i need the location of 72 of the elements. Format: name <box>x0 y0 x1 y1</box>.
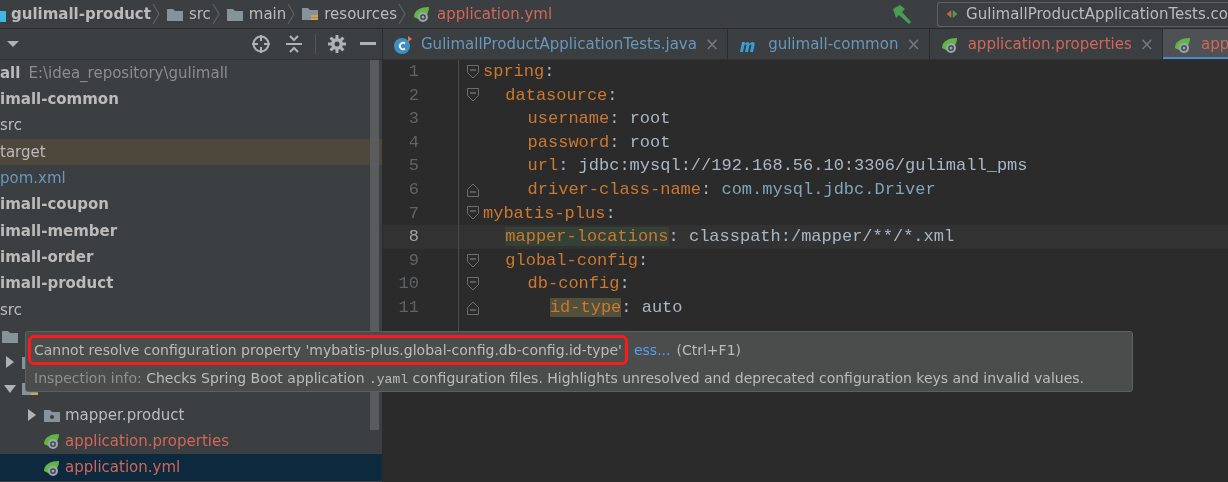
tree-item[interactable]: mapper.product <box>62 403 185 427</box>
code-line: password: root <box>527 131 671 154</box>
line-number: 11 <box>397 297 420 319</box>
code-line: mybatis-plus: <box>483 202 616 225</box>
shortcut-hint: (Ctrl+F1) <box>676 341 742 360</box>
breadcrumb-item[interactable]: resources <box>324 2 397 26</box>
fold-marker-icon <box>467 88 479 103</box>
project-path: E:\idea_repository\gulimall <box>28 62 228 84</box>
spring-file-icon <box>1173 35 1193 54</box>
tree-item[interactable]: target <box>0 140 46 164</box>
code-line: datasource: <box>505 84 618 107</box>
fold-marker-icon <box>467 64 479 79</box>
code-line: username: root <box>527 108 671 131</box>
run-configuration-dropdown[interactable]: GulimallProductApplicationTests.co <box>937 1 1228 27</box>
tree-item[interactable]: imall-order <box>0 245 94 269</box>
dropdown-caret-icon <box>6 40 20 48</box>
line-number: 2 <box>407 84 420 107</box>
code-line: url: jdbc:mysql://192.168.56.10:3306/gulimall_pms <box>527 155 1028 178</box>
line-number: 4 <box>407 131 420 154</box>
fold-marker-icon <box>467 253 479 268</box>
breadcrumb-item[interactable]: main <box>248 2 287 26</box>
line-number: 5 <box>407 155 420 178</box>
line-number: 8 <box>407 226 420 249</box>
breadcrumb-item[interactable]: application.yml <box>437 2 553 26</box>
breadcrumb-item[interactable]: src <box>188 2 211 26</box>
class-icon <box>393 34 413 55</box>
tree-item[interactable]: imall-coupon <box>0 193 109 216</box>
tree-item[interactable]: all <box>0 61 21 85</box>
fold-marker-icon <box>467 277 479 292</box>
line-number: 10 <box>397 273 420 296</box>
chevron-icon <box>150 3 161 25</box>
fold-marker-icon <box>467 206 479 221</box>
chevron-icon <box>286 3 297 25</box>
fold-end-icon <box>467 300 479 315</box>
tree-item[interactable]: src <box>0 298 22 322</box>
spring-file-icon <box>42 458 62 477</box>
resources-folder-icon <box>301 6 320 22</box>
tree-item[interactable]: imall-common <box>0 88 119 111</box>
collapse-all-icon <box>285 34 303 54</box>
chevron-icon <box>397 3 407 25</box>
minimize-icon <box>360 42 376 46</box>
code-line: spring: <box>483 61 555 84</box>
code-line: global-config: <box>505 249 649 272</box>
chevron-icon <box>210 3 221 25</box>
line-number: 3 <box>407 108 420 131</box>
inspection-info: Inspection info: Checks Spring Boot application .yaml configuration files. Highlights unresolved and deprecated configuration keys and invalid values. <box>34 369 1085 389</box>
line-number: 7 <box>407 202 420 225</box>
tree-item[interactable]: imall-product <box>0 272 114 295</box>
tree-item[interactable]: application.properties <box>62 430 230 453</box>
more-link[interactable]: ess... <box>633 337 671 363</box>
breadcrumb-item[interactable]: gulimall-product <box>11 2 151 26</box>
line-number: 1 <box>407 61 420 84</box>
line-number: 6 <box>407 179 420 201</box>
spring-file-icon <box>42 432 62 451</box>
tree-item[interactable]: pom.xml <box>0 167 66 190</box>
spring-file-icon <box>939 35 960 54</box>
code-line: mapper-locations: classpath:/mapper/**/*.xml <box>505 226 955 249</box>
folder-icon <box>165 6 184 22</box>
locate-icon <box>251 34 271 54</box>
hammer-icon <box>891 4 913 24</box>
line-number: 9 <box>407 249 420 272</box>
code-line: db-config: <box>527 273 630 296</box>
folder-icon <box>225 6 244 22</box>
code-line: id-type: auto <box>549 296 683 319</box>
tree-item[interactable]: src <box>0 114 22 137</box>
spring-file-icon <box>412 5 432 23</box>
folder-icon <box>1 328 19 344</box>
fold-end-icon <box>467 182 479 197</box>
error-message: Cannot resolve configuration property 'mybatis-plus.global-config.db-config.id-type' <box>34 342 622 358</box>
settings-icon <box>328 35 346 53</box>
code-line: driver-class-name: com.mysql.jdbc.Driver <box>527 179 936 201</box>
tree-item[interactable]: imall-member <box>0 219 118 243</box>
